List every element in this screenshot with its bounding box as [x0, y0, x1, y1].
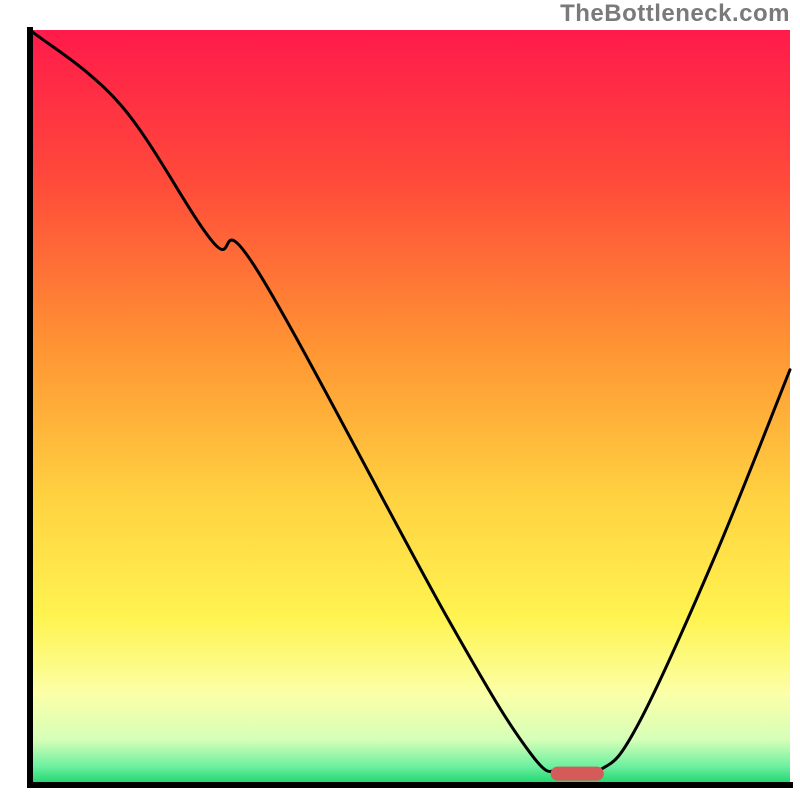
optimal-range-marker: [551, 767, 604, 781]
chart-frame: TheBottleneck.com: [0, 0, 800, 800]
gradient-background: [30, 30, 790, 785]
bottleneck-chart: [0, 0, 800, 800]
watermark-text: TheBottleneck.com: [560, 0, 790, 28]
